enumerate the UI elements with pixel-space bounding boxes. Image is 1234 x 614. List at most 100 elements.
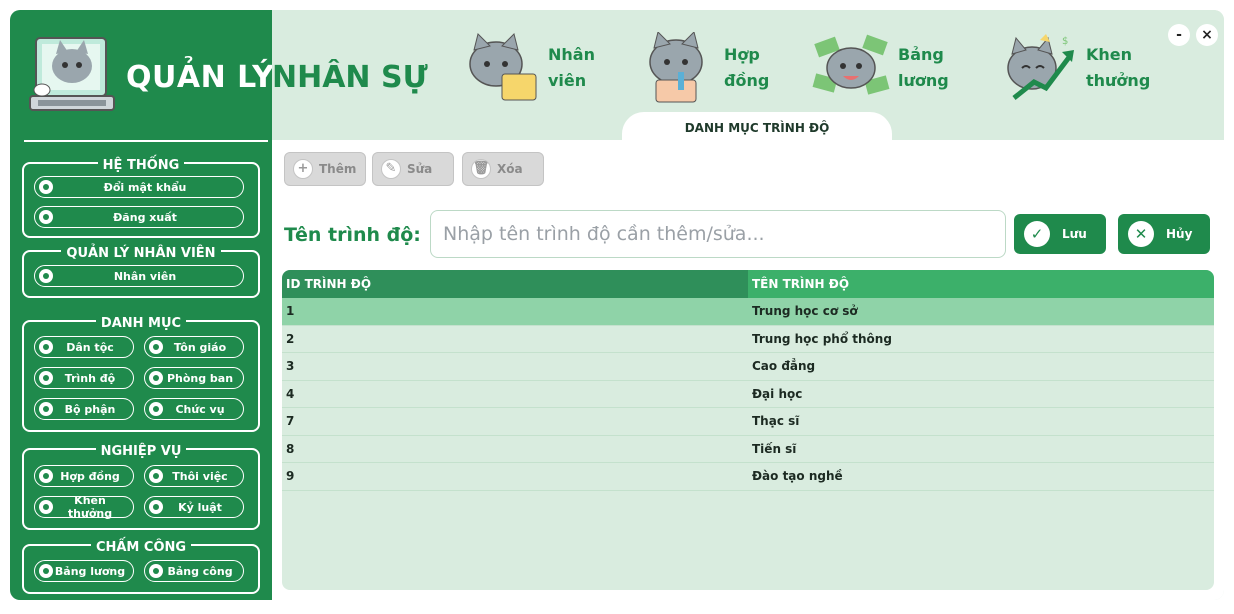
table-row[interactable]: 8 Tiến sĩ: [282, 436, 1214, 463]
table-header: ID TRÌNH ĐỘ TÊN TRÌNH ĐỘ: [282, 270, 1214, 298]
resignation-button[interactable]: Thôi việc: [144, 465, 244, 487]
plus-icon: +: [293, 159, 313, 179]
pencil-icon: [39, 371, 53, 385]
building-icon: [149, 371, 163, 385]
coin-icon: [149, 564, 163, 578]
divider: [24, 140, 268, 142]
cell-name: Đào tạo nghề: [752, 469, 843, 483]
cell-id: 9: [286, 469, 295, 483]
user-icon: [39, 269, 53, 283]
nav-label: lương: [898, 71, 949, 90]
cell-id: 3: [286, 359, 295, 373]
sidebar: QUẢN LÝ HỆ THỐNG Đổi mật khẩu Đăng xuất …: [10, 10, 275, 600]
table-row[interactable]: 1 Trung học cơ sở: [282, 298, 1214, 326]
nav-label: Hợp: [724, 45, 760, 64]
position-button[interactable]: Chức vụ: [144, 398, 244, 420]
table-row[interactable]: 7 Thạc sĩ: [282, 408, 1214, 436]
cell-name: Trung học cơ sở: [752, 304, 858, 318]
discipline-button[interactable]: Kỷ luật: [144, 496, 244, 518]
group-title: HỆ THỐNG: [97, 158, 185, 173]
save-button[interactable]: ✓ Lưu: [1014, 214, 1106, 254]
wallet-icon: [39, 564, 53, 578]
nav-label: Nhân: [548, 45, 595, 64]
cancel-button[interactable]: ✕ Hủy: [1118, 214, 1210, 254]
reward-button[interactable]: Khen thưởng: [34, 494, 134, 520]
delete-button[interactable]: 🗑 Xóa: [462, 152, 544, 186]
religion-button[interactable]: Tôn giáo: [144, 336, 244, 358]
cell-name: Tiến sĩ: [752, 441, 797, 456]
cell-name: Trung học phổ thông: [752, 331, 892, 346]
education-table: ID TRÌNH ĐỘ TÊN TRÌNH ĐỘ 1 Trung học cơ …: [282, 270, 1214, 590]
change-password-button[interactable]: Đổi mật khẩu: [34, 176, 244, 198]
trash-icon: 🗑: [471, 159, 491, 179]
employee-button[interactable]: Nhân viên: [34, 265, 244, 287]
nav-label: Bảng: [898, 45, 944, 64]
edit-button[interactable]: ✎ Sửa: [372, 152, 454, 186]
cell-name: Cao đẳng: [752, 359, 816, 373]
cat-reward-icon: $: [1007, 34, 1074, 100]
column-header-name[interactable]: TÊN TRÌNH ĐỘ: [748, 270, 1214, 298]
cat-laptop-icon: [469, 33, 537, 101]
timesheet-button[interactable]: Bảng công: [144, 560, 244, 582]
app-title-part2: NHÂN SỰ: [272, 60, 428, 95]
ethnicity-icon: [39, 340, 53, 354]
cell-id: 4: [286, 386, 295, 401]
group-he-thong: HỆ THỐNG Đổi mật khẩu Đăng xuất: [22, 158, 260, 238]
group-cham-cong: CHẤM CÔNG Bảng lương Bảng công: [22, 540, 260, 594]
svg-text:$: $: [1062, 36, 1068, 47]
cat-contract-icon: [649, 32, 703, 103]
logout-icon: [39, 210, 53, 224]
group-title: CHẤM CÔNG: [90, 540, 192, 555]
group-nghiep-vu: NGHIỆP VỤ Hợp đồng Thôi việc Khen thưởng…: [22, 444, 260, 530]
header: NHÂN SỰ Nhân viên Hợp đồng Bảng lương $ …: [272, 10, 1224, 148]
nav-reward[interactable]: $ Khen thưởng: [1000, 32, 1156, 104]
nav-payroll[interactable]: Bảng lương: [812, 32, 968, 104]
table-row[interactable]: 9 Đào tạo nghề: [282, 463, 1214, 491]
contract-button[interactable]: Hợp đồng: [34, 465, 134, 487]
add-button[interactable]: + Thêm: [284, 152, 366, 186]
nav-contract[interactable]: Hợp đồng: [638, 32, 794, 104]
column-header-id[interactable]: ID TRÌNH ĐỘ: [282, 270, 748, 298]
badge-icon: [149, 402, 163, 416]
pencil-icon: ✎: [381, 159, 401, 179]
education-level-button[interactable]: Trình độ: [34, 367, 134, 389]
cell-name: Đại học: [752, 386, 803, 401]
reward-icon: [39, 500, 53, 514]
x-icon: ✕: [1128, 221, 1154, 247]
group-title: QUẢN LÝ NHÂN VIÊN: [61, 246, 221, 261]
nav-employee[interactable]: Nhân viên: [462, 32, 618, 104]
education-name-label: Tên trình độ:: [284, 224, 421, 246]
department-button[interactable]: Phòng ban: [144, 367, 244, 389]
cat-laptop-logo-icon: [29, 37, 115, 111]
logout-button[interactable]: Đăng xuất: [34, 206, 244, 228]
group-title: NGHIỆP VỤ: [95, 444, 187, 459]
division-button[interactable]: Bộ phận: [34, 398, 134, 420]
nav-label: Khen: [1086, 45, 1133, 64]
main-content: +Thêm ✎Sửa 🗑Xóa Tên trình độ: ✓Lưu ✕Hủy …: [272, 140, 1224, 600]
app-window: QUẢN LÝ HỆ THỐNG Đổi mật khẩu Đăng xuất …: [10, 10, 1224, 600]
cell-id: 1: [286, 304, 295, 318]
yin-yang-icon: [149, 340, 163, 354]
nav-label: viên: [548, 71, 587, 90]
nav-label: đồng: [724, 71, 770, 90]
table-row[interactable]: 4 Đại học: [282, 381, 1214, 408]
cell-name: Thạc sĩ: [752, 414, 800, 428]
resign-icon: [149, 469, 163, 483]
nav-label: thưởng: [1086, 71, 1151, 90]
minimize-button[interactable]: -: [1168, 24, 1190, 46]
cell-id: 2: [286, 331, 295, 346]
group-title: DANH MỤC: [95, 316, 187, 331]
discipline-icon: [149, 500, 163, 514]
close-button[interactable]: ×: [1196, 24, 1218, 46]
ethnicity-button[interactable]: Dân tộc: [34, 336, 134, 358]
payroll-button[interactable]: Bảng lương: [34, 560, 134, 582]
app-title: QUẢN LÝ: [126, 60, 275, 95]
lock-icon: [39, 180, 53, 194]
table-row[interactable]: 3 Cao đẳng: [282, 353, 1214, 381]
contract-icon: [39, 469, 53, 483]
table-row[interactable]: 2 Trung học phổ thông: [282, 326, 1214, 353]
logo-area: QUẢN LÝ: [10, 10, 275, 140]
check-icon: ✓: [1024, 221, 1050, 247]
education-name-input[interactable]: [430, 210, 1006, 258]
cat-money-icon: [812, 34, 890, 95]
